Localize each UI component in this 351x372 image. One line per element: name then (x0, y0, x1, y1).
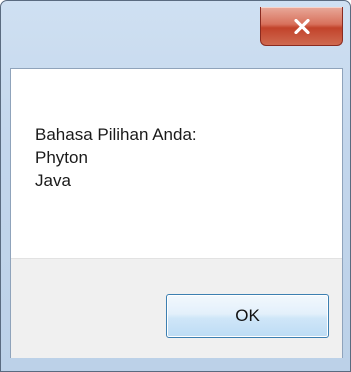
close-button[interactable] (260, 7, 343, 46)
message-text: Bahasa Pilihan Anda: Phyton Java (35, 123, 197, 192)
message-dialog-window: Bahasa Pilihan Anda: Phyton Java OK (0, 0, 351, 372)
message-line-choice: Java (35, 171, 71, 190)
close-icon (293, 18, 310, 34)
button-bar: OK (11, 258, 342, 358)
message-line-heading: Bahasa Pilihan Anda: (35, 125, 197, 144)
dialog-content: Bahasa Pilihan Anda: Phyton Java OK (10, 68, 343, 358)
ok-button[interactable]: OK (166, 294, 329, 338)
message-line-choice: Phyton (35, 148, 88, 167)
title-bar[interactable] (1, 1, 350, 59)
